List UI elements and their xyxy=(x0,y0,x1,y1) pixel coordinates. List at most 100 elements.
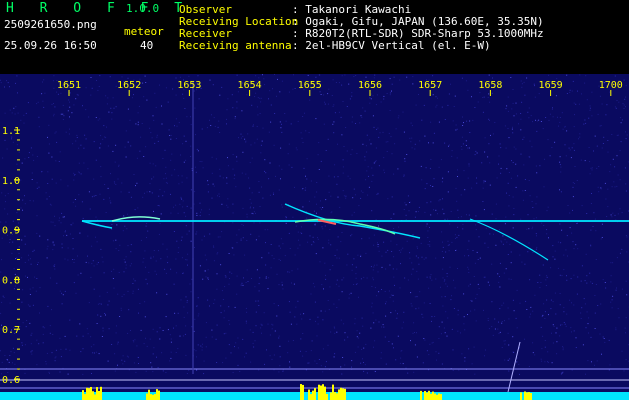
noise-dot xyxy=(603,136,605,138)
noise-dot xyxy=(186,302,188,303)
noise-dot xyxy=(435,278,437,280)
noise-dot xyxy=(6,80,7,82)
noise-dot xyxy=(432,142,434,144)
noise-dot xyxy=(144,301,146,303)
noise-dot xyxy=(117,364,118,366)
noise-dot xyxy=(484,137,486,139)
app-version: 1.0.0 xyxy=(126,2,160,15)
noise-dot xyxy=(586,311,588,313)
noise-dot xyxy=(560,324,561,326)
noise-dot xyxy=(501,322,503,324)
noise-dot xyxy=(322,371,324,373)
noise-dot xyxy=(256,126,258,127)
noise-dot xyxy=(401,327,403,329)
noise-dot xyxy=(435,257,437,259)
noise-dot xyxy=(474,262,476,264)
noise-dot xyxy=(285,217,287,219)
noise-dot xyxy=(96,263,98,265)
noise-dot xyxy=(2,157,4,159)
noise-dot xyxy=(12,347,14,349)
noise-dot xyxy=(432,186,434,187)
noise-dot xyxy=(563,269,565,271)
noise-dot xyxy=(373,244,375,246)
noise-dot xyxy=(529,156,531,158)
noise-dot xyxy=(267,288,269,290)
spectrum-bar xyxy=(46,396,48,400)
noise-dot xyxy=(504,125,506,127)
noise-dot xyxy=(261,324,263,326)
spectrum-bar xyxy=(338,389,340,400)
noise-dot xyxy=(374,161,376,163)
noise-dot xyxy=(144,316,146,318)
noise-dot xyxy=(279,365,281,367)
noise-dot xyxy=(195,171,197,173)
noise-dot xyxy=(433,209,434,211)
noise-dot xyxy=(513,214,515,216)
noise-dot xyxy=(573,274,575,276)
noise-dot xyxy=(185,225,187,227)
noise-dot xyxy=(332,265,334,266)
noise-dot xyxy=(368,175,369,177)
meteor-count: 40 xyxy=(140,39,154,52)
noise-dot xyxy=(446,273,448,274)
khz-tick-label: 0.8 xyxy=(2,275,20,286)
noise-dot xyxy=(534,354,536,356)
noise-dot xyxy=(570,327,572,329)
noise-dot xyxy=(530,313,531,315)
noise-dot xyxy=(87,168,89,170)
noise-dot xyxy=(134,209,136,211)
noise-dot xyxy=(0,79,1,81)
noise-dot xyxy=(245,322,247,324)
noise-dot xyxy=(475,150,477,152)
noise-dot xyxy=(432,94,434,96)
noise-dot xyxy=(141,123,143,124)
noise-dot xyxy=(66,234,68,236)
noise-dot xyxy=(142,196,144,198)
noise-dot xyxy=(463,323,465,325)
noise-dot xyxy=(36,232,38,234)
noise-dot xyxy=(31,172,33,174)
noise-dot xyxy=(297,268,299,270)
noise-dot xyxy=(438,166,440,168)
noise-dot xyxy=(180,197,182,199)
noise-dot xyxy=(163,178,165,180)
noise-dot xyxy=(176,272,178,274)
noise-dot xyxy=(429,277,431,279)
noise-dot xyxy=(213,260,215,262)
noise-dot xyxy=(390,218,392,219)
noise-dot xyxy=(268,277,270,279)
noise-dot xyxy=(306,217,308,219)
noise-dot xyxy=(47,171,49,173)
noise-dot xyxy=(443,327,445,329)
noise-dot xyxy=(343,195,345,197)
noise-dot xyxy=(562,346,564,348)
noise-dot xyxy=(473,276,475,277)
noise-dot xyxy=(246,213,248,215)
noise-dot xyxy=(317,316,319,318)
noise-dot xyxy=(183,97,185,99)
noise-dot xyxy=(232,203,234,205)
noise-dot xyxy=(257,114,259,116)
noise-dot xyxy=(170,357,172,359)
noise-dot xyxy=(612,262,614,264)
noise-dot xyxy=(206,127,208,129)
noise-dot xyxy=(569,89,571,91)
noise-dot xyxy=(579,136,581,138)
noise-dot xyxy=(529,140,531,142)
noise-dot xyxy=(57,93,59,95)
noise-dot xyxy=(207,299,209,301)
noise-dot xyxy=(300,338,302,340)
noise-dot xyxy=(559,117,561,118)
info-value-antenna: : 2el-HB9CV Vertical (el. E-W) xyxy=(292,39,491,52)
noise-dot xyxy=(451,150,453,152)
noise-dot xyxy=(111,228,113,230)
noise-dot xyxy=(97,89,99,91)
noise-dot xyxy=(261,332,262,334)
noise-dot xyxy=(315,77,316,78)
noise-dot xyxy=(229,271,231,273)
spectrum-bar xyxy=(318,384,320,400)
noise-dot xyxy=(138,105,140,107)
noise-dot xyxy=(310,350,312,352)
noise-dot xyxy=(211,172,213,174)
noise-dot xyxy=(442,268,444,270)
